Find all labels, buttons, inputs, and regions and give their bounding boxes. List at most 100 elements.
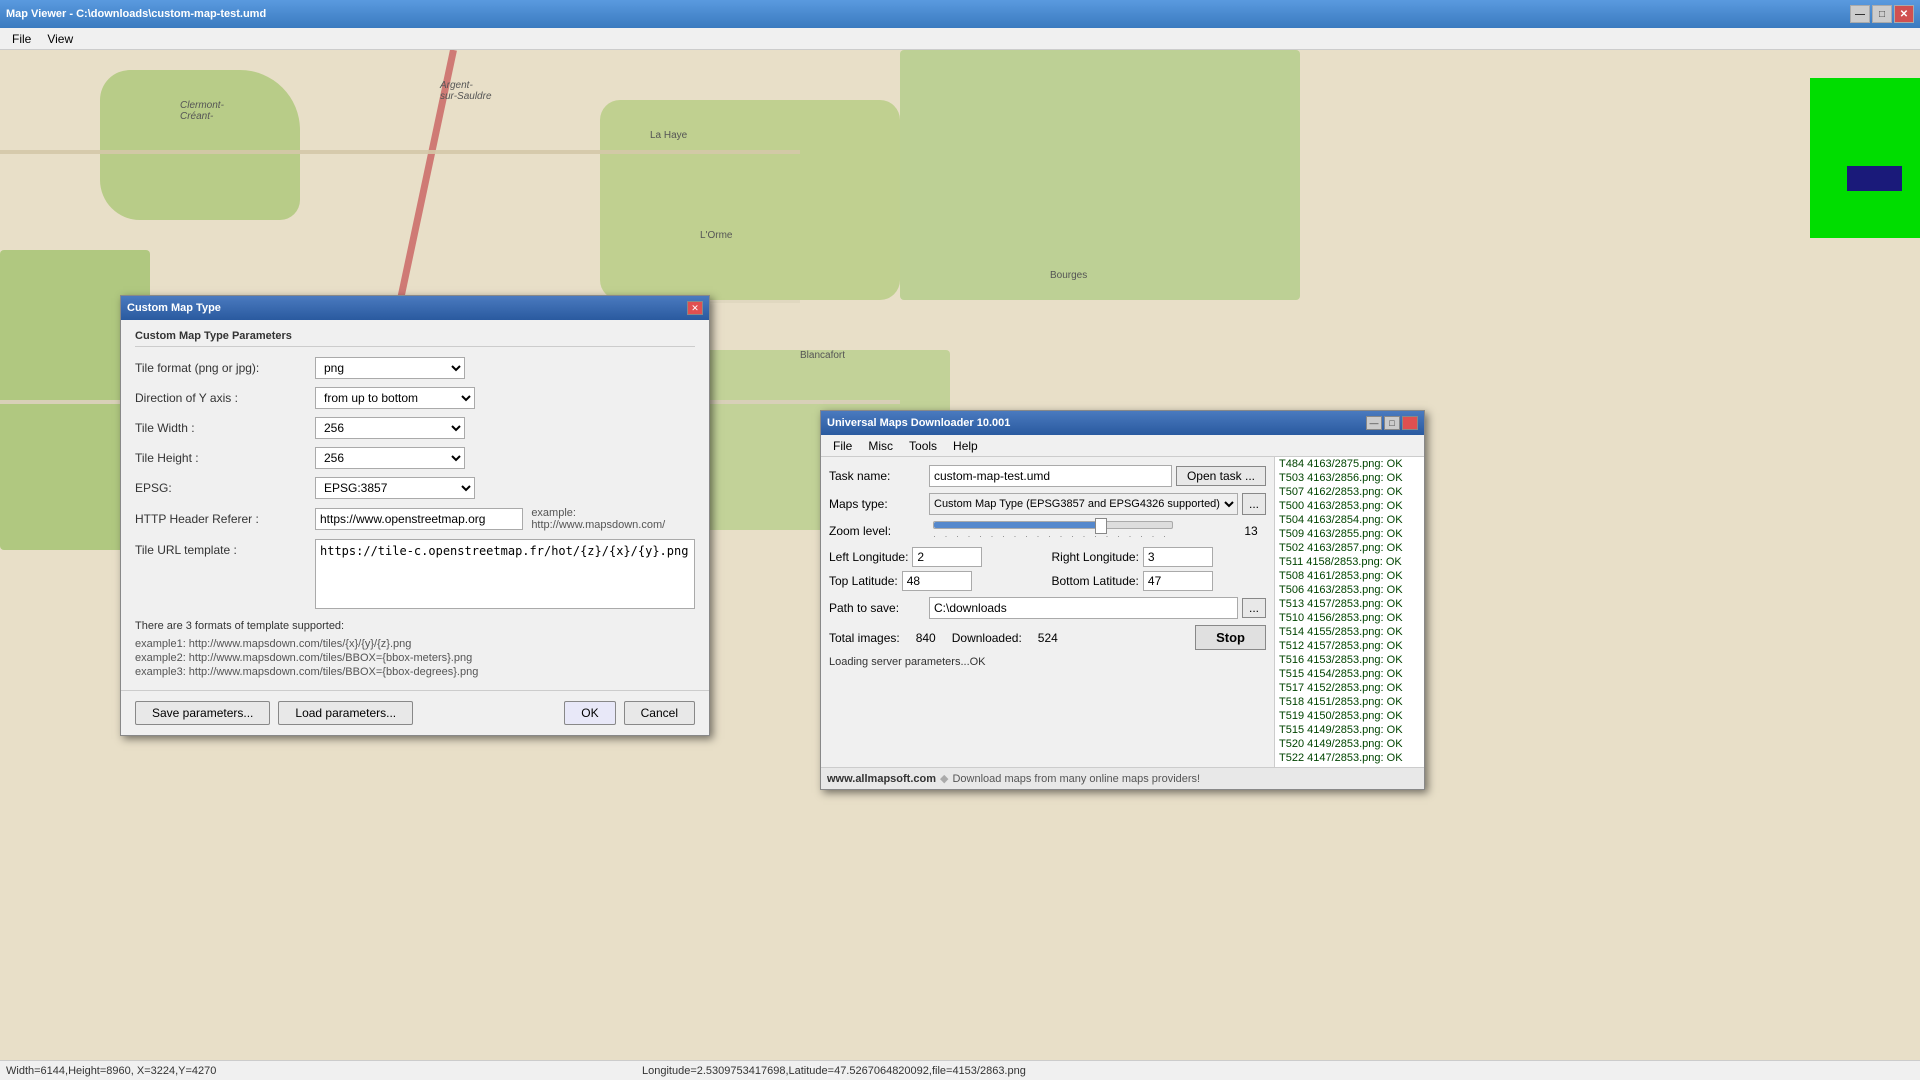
zoom-thumb[interactable] [1095,518,1107,534]
template-example-1: example1: http://www.mapsdown.com/tiles/… [135,638,695,650]
list-item: T504 4163/2854.png: OK [1275,513,1424,527]
menu-view[interactable]: View [39,30,81,48]
umd-menu-help[interactable]: Help [945,437,986,455]
map-area-2 [600,100,900,300]
list-item: T512 4157/2853.png: OK [1275,639,1424,653]
list-item: T484 4163/2875.png: OK [1275,457,1424,471]
umd-menubar: File Misc Tools Help [821,435,1424,457]
bottom-latitude-label: Bottom Latitude: [1052,574,1139,588]
umd-maximize-button[interactable]: □ [1384,416,1400,430]
app-maximize-button[interactable]: □ [1872,5,1892,23]
list-item: T513 4157/2853.png: OK [1275,597,1424,611]
epsg-label: EPSG: [135,481,315,495]
umd-footer-separator: ◆ [940,772,948,785]
y-direction-control: from up to bottom from bottom to up [315,387,695,409]
umd-menu-tools[interactable]: Tools [901,437,945,455]
bottom-latitude-input[interactable] [1143,571,1213,591]
tile-height-label: Tile Height : [135,451,315,465]
total-images-label: Total images: [829,631,900,645]
tile-format-row: Tile format (png or jpg): png jpg [135,357,695,379]
zoom-track[interactable] [933,521,1173,529]
right-longitude-label: Right Longitude: [1052,550,1139,564]
custom-map-titlebar-buttons: ✕ [687,301,703,315]
task-name-input[interactable] [929,465,1172,487]
maps-type-dots-button[interactable]: ... [1242,493,1266,515]
umd-menu-misc[interactable]: Misc [860,437,901,455]
coords-grid: Left Longitude: Right Longitude: Top Lat… [829,547,1266,591]
http-referer-input[interactable] [315,508,523,530]
umd-titlebar: Universal Maps Downloader 10.001 — □ [821,411,1424,435]
ok-button[interactable]: OK [564,701,615,725]
list-item: T511 4158/2853.png: OK [1275,555,1424,569]
map-label-5: Bourges [1050,270,1087,281]
zoom-value: 13 [1236,524,1266,538]
y-direction-row: Direction of Y axis : from up to bottom … [135,387,695,409]
top-latitude-input[interactable] [902,571,972,591]
epsg-select[interactable]: EPSG:3857 EPSG:4326 [315,477,475,499]
app-minimize-button[interactable]: — [1850,5,1870,23]
list-item: T515 4154/2853.png: OK [1275,667,1424,681]
tile-height-select[interactable]: 256 512 [315,447,465,469]
umd-main: Task name: Open task ... Maps type: Cust… [821,457,1274,767]
stats-row: Total images: 840 Downloaded: 524 Stop [829,625,1266,650]
maps-type-select[interactable]: Custom Map Type (EPSG3857 and EPSG4326 s… [929,493,1238,515]
y-direction-select[interactable]: from up to bottom from bottom to up [315,387,475,409]
tile-format-label: Tile format (png or jpg): [135,361,315,375]
http-example-text: example: http://www.mapsdown.com/ [531,507,695,531]
tile-format-select[interactable]: png jpg [315,357,465,379]
blue-rect [1847,166,1902,191]
maps-type-label: Maps type: [829,497,929,511]
list-item: T522 4147/2853.png: OK [1275,751,1424,765]
load-parameters-button[interactable]: Load parameters... [278,701,413,725]
custom-map-dialog: Custom Map Type ✕ Custom Map Type Parame… [120,295,710,736]
stop-button[interactable]: Stop [1195,625,1266,650]
map-label-6: Blancafort [800,350,845,361]
template-info: There are 3 formats of template supporte… [135,620,695,632]
footer-left: Save parameters... Load parameters... [135,701,413,725]
left-longitude-input[interactable] [912,547,982,567]
list-item: T519 4150/2853.png: OK [1275,709,1424,723]
umd-footer-text: Download maps from many online maps prov… [952,773,1200,785]
umd-list-panel[interactable]: T484 4163/2875.png: OKT503 4163/2856.png… [1274,457,1424,767]
map-area-1 [100,70,300,220]
umd-menu-file[interactable]: File [825,437,860,455]
path-to-save-row: Path to save: ... [829,597,1266,619]
custom-map-titlebar: Custom Map Type ✕ [121,296,709,320]
task-name-row: Task name: Open task ... [829,465,1266,487]
right-longitude-row: Right Longitude: [1052,547,1267,567]
list-item: T500 4163/2853.png: OK [1275,499,1424,513]
umd-title: Universal Maps Downloader 10.001 [827,417,1010,429]
zoom-level-label: Zoom level: [829,524,929,538]
save-parameters-button[interactable]: Save parameters... [135,701,270,725]
green-overlay [1810,78,1920,238]
template-example-3: example3: http://www.mapsdown.com/tiles/… [135,666,695,678]
tile-url-textarea[interactable]: https://tile-c.openstreetmap.fr/hot/{z}/… [315,539,695,609]
tile-width-select[interactable]: 256 512 [315,417,465,439]
dialog-footer: Save parameters... Load parameters... OK… [121,690,709,735]
list-item: T510 4156/2853.png: OK [1275,611,1424,625]
path-to-save-input[interactable] [929,597,1238,619]
zoom-filled [934,522,1101,528]
app-menubar: File View [0,28,1920,50]
custom-map-close-button[interactable]: ✕ [687,301,703,315]
app-close-button[interactable]: ✕ [1894,5,1914,23]
path-browse-button[interactable]: ... [1242,598,1266,618]
task-name-label: Task name: [829,469,929,483]
list-item: T506 4163/2853.png: OK [1275,583,1424,597]
app-title: Map Viewer - C:\downloads\custom-map-tes… [6,8,266,20]
list-item: T514 4155/2853.png: OK [1275,625,1424,639]
custom-map-title: Custom Map Type [127,302,221,314]
open-task-button[interactable]: Open task ... [1176,466,1266,486]
map-label-4: L'Orme [700,230,732,241]
tile-format-control: png jpg [315,357,695,379]
menu-file[interactable]: File [4,30,39,48]
app-titlebar: Map Viewer - C:\downloads\custom-map-tes… [0,0,1920,28]
umd-minimize-button[interactable]: — [1366,416,1382,430]
umd-body: Task name: Open task ... Maps type: Cust… [821,457,1424,767]
top-latitude-label: Top Latitude: [829,574,898,588]
right-longitude-input[interactable] [1143,547,1213,567]
umd-close-button[interactable] [1402,416,1418,430]
cancel-button[interactable]: Cancel [624,701,695,725]
list-item: T520 4149/2853.png: OK [1275,737,1424,751]
map-label-1: Argent-sur-Sauldre [440,80,492,102]
